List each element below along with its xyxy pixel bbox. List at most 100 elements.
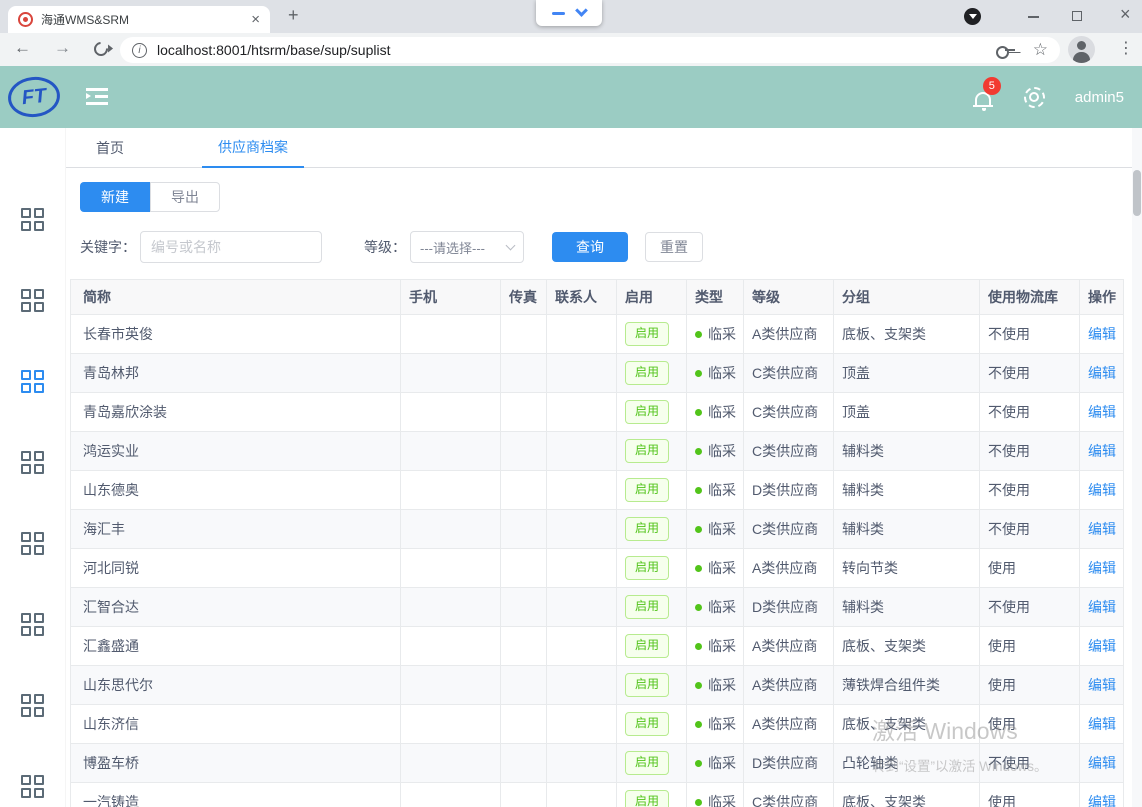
export-button[interactable]: 导出 xyxy=(150,182,220,212)
edit-link[interactable]: 编辑 xyxy=(1088,365,1116,381)
overlay-minimize-icon[interactable] xyxy=(552,12,565,15)
table-row[interactable]: 海汇丰 启用 临采 C类供应商 辅料类 不使用 编辑 xyxy=(71,510,1124,549)
sidebar-menu-icon[interactable] xyxy=(21,775,44,798)
mobile-cell xyxy=(401,549,501,588)
sidebar-menu-icon[interactable] xyxy=(21,694,44,717)
mobile-cell xyxy=(401,432,501,471)
table-row[interactable]: 山东德奥 启用 临采 D类供应商 辅料类 不使用 编辑 xyxy=(71,471,1124,510)
enable-badge: 启用 xyxy=(625,478,669,502)
tab-home[interactable]: 首页 xyxy=(80,129,140,167)
menu-fold-icon[interactable] xyxy=(86,88,110,106)
window-minimize-button[interactable] xyxy=(1028,16,1039,18)
enable-badge: 启用 xyxy=(625,673,669,697)
browser-update-icon[interactable] xyxy=(964,8,981,25)
profile-avatar[interactable] xyxy=(1068,36,1095,63)
enable-cell: 启用 xyxy=(617,783,687,807)
logistics-cell: 不使用 xyxy=(980,471,1080,510)
col-group[interactable]: 分组 xyxy=(834,280,980,315)
level-cell: D类供应商 xyxy=(744,471,834,510)
edit-link[interactable]: 编辑 xyxy=(1088,404,1116,420)
table-row[interactable]: 汇智合达 启用 临采 D类供应商 辅料类 不使用 编辑 xyxy=(71,588,1124,627)
notification-bell[interactable]: 5 xyxy=(974,86,994,108)
edit-link[interactable]: 编辑 xyxy=(1088,599,1116,615)
edit-link[interactable]: 编辑 xyxy=(1088,482,1116,498)
group-cell: 顶盖 xyxy=(834,393,980,432)
col-name[interactable]: 简称 xyxy=(71,280,401,315)
col-fax[interactable]: 传真 xyxy=(501,280,547,315)
edit-link[interactable]: 编辑 xyxy=(1088,521,1116,537)
col-logistics[interactable]: 使用物流库 xyxy=(980,280,1080,315)
search-button[interactable]: 查询 xyxy=(552,232,628,262)
enable-cell: 启用 xyxy=(617,471,687,510)
enable-cell: 启用 xyxy=(617,588,687,627)
col-enable[interactable]: 启用 xyxy=(617,280,687,315)
edit-link[interactable]: 编辑 xyxy=(1088,326,1116,342)
table-row[interactable]: 青岛嘉欣涂装 启用 临采 C类供应商 顶盖 不使用 编辑 xyxy=(71,393,1124,432)
action-cell: 编辑 xyxy=(1080,627,1124,666)
window-close-button[interactable]: × xyxy=(1120,4,1131,25)
browser-menu-icon[interactable]: ⋮ xyxy=(1118,38,1134,58)
table-row[interactable]: 鸿运实业 启用 临采 C类供应商 辅料类 不使用 编辑 xyxy=(71,432,1124,471)
site-info-icon[interactable]: i xyxy=(132,43,147,58)
new-button[interactable]: 新建 xyxy=(80,182,150,212)
password-key-icon[interactable] xyxy=(996,46,1015,55)
group-cell: 辅料类 xyxy=(834,432,980,471)
sidebar-menu-icon[interactable] xyxy=(21,289,44,312)
col-contact[interactable]: 联系人 xyxy=(547,280,617,315)
status-dot-icon xyxy=(695,682,702,689)
table-row[interactable]: 河北同锐 启用 临采 A类供应商 转向节类 使用 编辑 xyxy=(71,549,1124,588)
table-row[interactable]: 博盈车桥 启用 临采 D类供应商 凸轮轴类 不使用 编辑 xyxy=(71,744,1124,783)
scrollbar-thumb[interactable] xyxy=(1133,170,1141,216)
enable-cell: 启用 xyxy=(617,549,687,588)
sidebar-menu-icon[interactable] xyxy=(21,208,44,231)
back-icon[interactable]: ← xyxy=(14,38,31,58)
col-action[interactable]: 操作 xyxy=(1080,280,1124,315)
edit-link[interactable]: 编辑 xyxy=(1088,443,1116,459)
reload-icon[interactable] xyxy=(91,39,111,59)
keyword-input[interactable] xyxy=(140,231,322,263)
edit-link[interactable]: 编辑 xyxy=(1088,677,1116,693)
fax-cell xyxy=(501,315,547,354)
new-tab-button[interactable]: + xyxy=(288,5,299,26)
edit-link[interactable]: 编辑 xyxy=(1088,716,1116,732)
reset-button[interactable]: 重置 xyxy=(645,232,703,262)
address-bar[interactable]: i localhost:8001/htsrm/base/sup/suplist … xyxy=(120,37,1060,63)
table-row[interactable]: 长春市英俊 启用 临采 A类供应商 底板、支架类 不使用 编辑 xyxy=(71,315,1124,354)
sidebar-menu-icon[interactable] xyxy=(21,532,44,555)
tab-close-icon[interactable]: × xyxy=(251,12,260,27)
edit-link[interactable]: 编辑 xyxy=(1088,755,1116,771)
col-type[interactable]: 类型 xyxy=(687,280,744,315)
type-cell: 临采 xyxy=(687,471,744,510)
logistics-cell: 不使用 xyxy=(980,510,1080,549)
table-row[interactable]: 青岛林邦 启用 临采 C类供应商 顶盖 不使用 编辑 xyxy=(71,354,1124,393)
window-restore-button[interactable] xyxy=(1072,11,1082,21)
mobile-cell xyxy=(401,315,501,354)
action-cell: 编辑 xyxy=(1080,510,1124,549)
table-row[interactable]: 一汽铸造 启用 临采 C类供应商 底板、支架类 使用 编辑 xyxy=(71,783,1124,807)
table-row[interactable]: 汇鑫盛通 启用 临采 A类供应商 底板、支架类 使用 编辑 xyxy=(71,627,1124,666)
settings-gear-icon[interactable] xyxy=(1024,87,1045,108)
sidebar-menu-icon[interactable] xyxy=(21,613,44,636)
bookmark-star-icon[interactable]: ☆ xyxy=(1033,40,1048,60)
overlay-chevron-down-icon[interactable] xyxy=(575,4,588,17)
edit-link[interactable]: 编辑 xyxy=(1088,560,1116,576)
col-level[interactable]: 等级 xyxy=(744,280,834,315)
tab-supplier-archive[interactable]: 供应商档案 xyxy=(202,128,304,168)
forward-icon[interactable]: → xyxy=(54,38,71,58)
browser-tab[interactable]: 海通WMS&SRM × xyxy=(8,6,270,33)
chevron-down-icon xyxy=(506,241,516,251)
edit-link[interactable]: 编辑 xyxy=(1088,794,1116,807)
url-text[interactable]: localhost:8001/htsrm/base/sup/suplist xyxy=(157,42,996,58)
screen-overlay-widget[interactable] xyxy=(536,0,602,26)
contact-cell xyxy=(547,471,617,510)
edit-link[interactable]: 编辑 xyxy=(1088,638,1116,654)
vertical-scrollbar[interactable] xyxy=(1132,128,1142,807)
table-row[interactable]: 山东思代尔 启用 临采 A类供应商 薄铁焊合组件类 使用 编辑 xyxy=(71,666,1124,705)
col-mobile[interactable]: 手机 xyxy=(401,280,501,315)
sidebar-menu-icon-active[interactable] xyxy=(21,370,44,393)
table-row[interactable]: 山东济信 启用 临采 A类供应商 底板、支架类 使用 编辑 xyxy=(71,705,1124,744)
level-select[interactable]: ---请选择--- xyxy=(410,231,524,263)
filter-bar: 关键字： 等级： ---请选择--- 查询 重置 xyxy=(80,231,1142,263)
username[interactable]: admin5 xyxy=(1075,89,1124,106)
sidebar-menu-icon[interactable] xyxy=(21,451,44,474)
